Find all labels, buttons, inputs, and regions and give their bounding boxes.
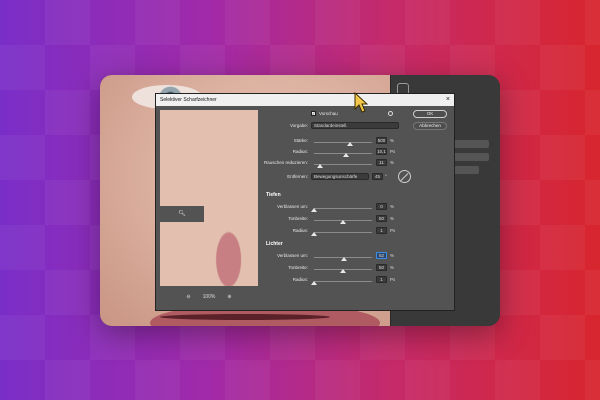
cancel-button[interactable]: Abbrechen [413,122,447,130]
unit-label: % [390,265,395,270]
remove-label: Entfernen: [287,174,308,179]
panel-control[interactable] [453,166,479,174]
field-label: Rauschen reduzieren: [263,160,308,165]
field-label: Stärke: [293,138,308,143]
lips-shadow [160,314,330,320]
value-field[interactable]: 11 [376,159,387,166]
slider-thumb[interactable] [340,269,346,273]
unit-label: Px [390,149,396,154]
remove-dropdown[interactable]: Bewegungsunschärfe [311,173,369,180]
preset-dropdown[interactable]: Standardeinstell. [311,122,399,129]
gear-icon[interactable] [388,111,393,116]
slider-thumb[interactable] [346,142,353,146]
field-label: Verblassen um: [276,253,308,258]
value-field[interactable]: 0 [376,203,387,210]
value-field[interactable]: 50 [376,264,387,271]
value-field[interactable]: 52 [376,252,387,259]
preview-checkbox[interactable]: ✓ [311,111,316,116]
angle-dial[interactable] [398,170,411,183]
slider-thumb[interactable] [311,281,317,285]
slider-thumb[interactable] [340,220,346,224]
unit-label: % [390,160,395,165]
preview-pane[interactable]: 🔍︎ [160,110,258,286]
zoom-bar: ⊖ 100% ⊕ [160,290,258,304]
slider-thumb[interactable] [316,164,323,168]
preset-label: Vorgabe: [289,123,308,128]
field-label: Tonbreite: [288,265,308,270]
ok-button[interactable]: OK [413,110,447,118]
zoom-in-icon[interactable]: ⊕ [227,294,231,300]
unit-label: % [390,138,395,143]
angle-field[interactable]: 45 [372,173,383,180]
field-label: Tonbreite: [288,216,308,221]
field-label: Verblassen um: [276,204,308,209]
highlights-section-title[interactable]: Lichter [266,241,283,247]
value-field[interactable]: 500 [376,137,387,144]
unit-label: % [390,204,395,209]
unit-label: Px [390,228,396,233]
dialog-title: Selektiver Scharfzeichner [160,97,217,103]
value-field[interactable]: 1 [376,276,387,283]
panel-control[interactable] [453,140,489,148]
magnifier-icon[interactable]: 🔍︎ [160,206,204,222]
close-icon[interactable]: × [446,94,450,106]
slider-track[interactable] [314,208,372,209]
zoom-level: 100% [202,294,216,300]
dialog-titlebar[interactable]: Selektiver Scharfzeichner × [156,94,454,106]
unit-label: Px [390,277,396,282]
slider-thumb[interactable] [311,232,317,236]
slider-track[interactable] [314,281,372,282]
angle-unit: ° [385,174,387,179]
shadows-section-title[interactable]: Tiefen [266,192,281,198]
unit-label: % [390,253,395,258]
unit-label: % [390,216,395,221]
mouse-cursor-icon [354,92,368,113]
value-field[interactable]: 10,1 [376,148,387,155]
preview-label: Vorschau [319,111,338,116]
slider-track[interactable] [314,142,372,143]
panel-control[interactable] [453,153,489,161]
slider-thumb[interactable] [342,153,349,157]
value-field[interactable]: 50 [376,215,387,222]
zoom-out-icon[interactable]: ⊖ [186,294,190,300]
selective-sharpen-dialog: Selektiver Scharfzeichner × 🔍︎ ⊖ 100% ⊕ … [155,93,455,311]
slider-thumb[interactable] [311,208,317,212]
field-label: Radius: [292,277,308,282]
value-field[interactable]: 1 [376,227,387,234]
field-label: Radius: [292,228,308,233]
slider-track[interactable] [314,232,372,233]
field-label: Radius: [292,149,308,154]
slider-thumb[interactable] [341,257,348,261]
